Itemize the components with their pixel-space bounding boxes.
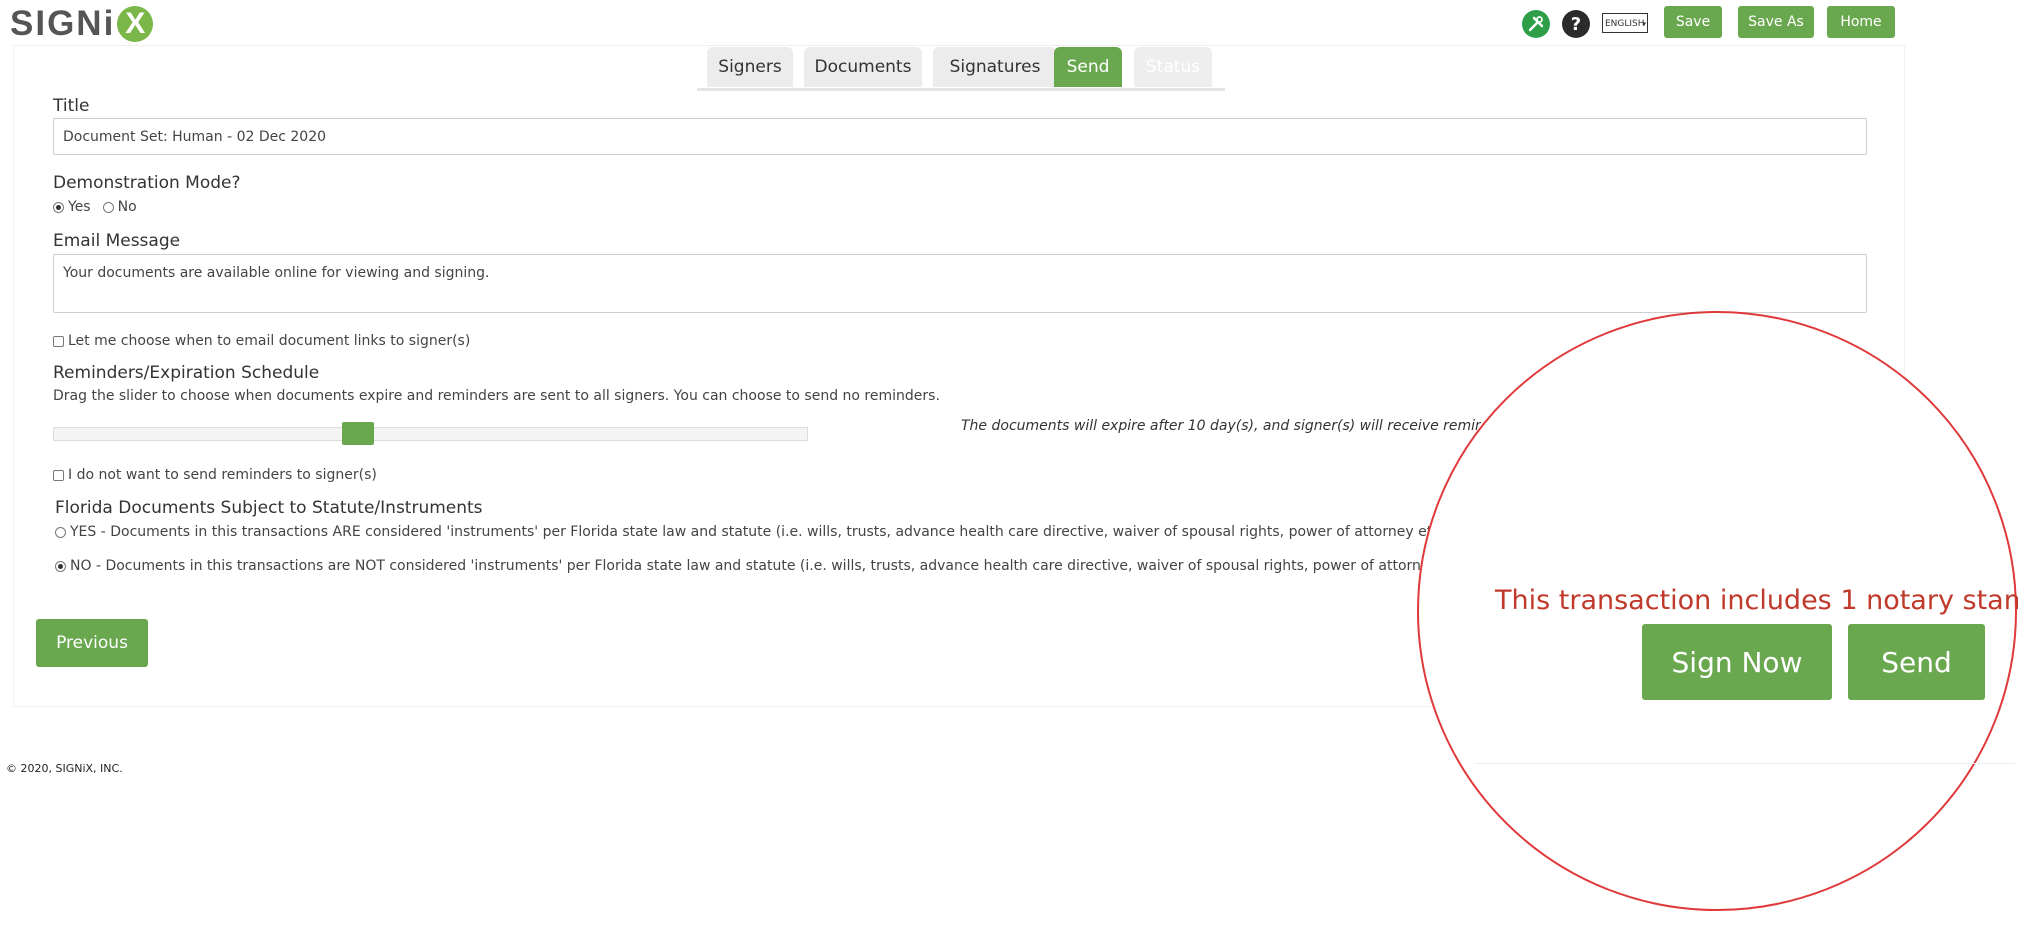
no-reminders-row: I do not want to send reminders to signe… [53, 467, 377, 483]
choose-links-checkbox[interactable] [53, 335, 64, 347]
previous-button[interactable]: Previous [36, 619, 148, 667]
tab-status: Status [1134, 47, 1212, 87]
florida-yes-label: YES - Documents in this transactions ARE… [70, 524, 1455, 540]
signix-logo: SIGNi X [10, 4, 154, 44]
logo-x-mark: X [117, 6, 154, 42]
tabs-underline [697, 88, 1225, 91]
demo-mode-label: Demonstration Mode? [53, 173, 241, 193]
florida-label: Florida Documents Subject to Statute/Ins… [55, 498, 483, 518]
demo-mode-options: Yes No [53, 199, 137, 215]
florida-no-radio[interactable] [55, 560, 66, 572]
tab-documents[interactable]: Documents [804, 47, 922, 87]
zoom-divider [1475, 763, 2015, 764]
tab-signers[interactable]: Signers [707, 47, 793, 87]
title-label: Title [53, 96, 90, 116]
tab-signatures[interactable]: Signatures [933, 47, 1057, 87]
tools-icon[interactable] [1522, 10, 1550, 38]
demo-no-label: No [117, 199, 137, 215]
copyright-footer: © 2020, SIGNiX, INC. [6, 762, 123, 775]
send-button[interactable]: Send [1848, 624, 1985, 700]
reminders-slider-thumb[interactable] [342, 422, 375, 445]
no-reminders-label: I do not want to send reminders to signe… [68, 467, 377, 483]
expiry-summary: The documents will expire after 10 day(s… [961, 418, 1481, 434]
language-value: ENGLISH [1605, 19, 1645, 29]
email-message-value: Your documents are available online for … [63, 265, 490, 281]
save-as-button[interactable]: Save As [1738, 6, 1814, 38]
no-reminders-checkbox[interactable] [53, 469, 64, 481]
notary-stamp-notice: This transaction includes 1 notary stamp [1495, 585, 2018, 616]
florida-no-row: NO - Documents in this transactions are … [55, 558, 1479, 574]
choose-links-row: Let me choose when to email document lin… [53, 333, 470, 349]
demo-yes-radio[interactable] [53, 201, 64, 213]
florida-yes-row: YES - Documents in this transactions ARE… [55, 524, 1455, 540]
demo-no-radio[interactable] [102, 201, 114, 213]
logo-text: SIGNi [10, 4, 116, 43]
reminders-slider-track[interactable] [53, 427, 808, 441]
demo-yes-label: Yes [68, 199, 91, 215]
chevron-down-icon: ▾ [1642, 20, 1646, 28]
email-message-label: Email Message [53, 231, 181, 251]
email-message-textarea[interactable]: Your documents are available online for … [53, 254, 1867, 313]
title-value: Document Set: Human - 02 Dec 2020 [63, 129, 327, 145]
sign-now-button[interactable]: Sign Now [1642, 624, 1832, 700]
language-select[interactable]: ENGLISH ▾ [1602, 13, 1648, 33]
reminders-help-text: Drag the slider to choose when documents… [53, 388, 940, 404]
choose-links-label: Let me choose when to email document lin… [68, 333, 471, 349]
florida-yes-radio[interactable] [55, 526, 66, 538]
save-button[interactable]: Save [1664, 6, 1722, 38]
tab-send[interactable]: Send [1054, 47, 1122, 87]
help-icon[interactable]: ? [1562, 10, 1590, 38]
reminders-label: Reminders/Expiration Schedule [53, 363, 320, 383]
florida-no-label: NO - Documents in this transactions are … [70, 558, 1479, 574]
home-button[interactable]: Home [1827, 6, 1895, 38]
title-input[interactable]: Document Set: Human - 02 Dec 2020 [53, 118, 1867, 155]
